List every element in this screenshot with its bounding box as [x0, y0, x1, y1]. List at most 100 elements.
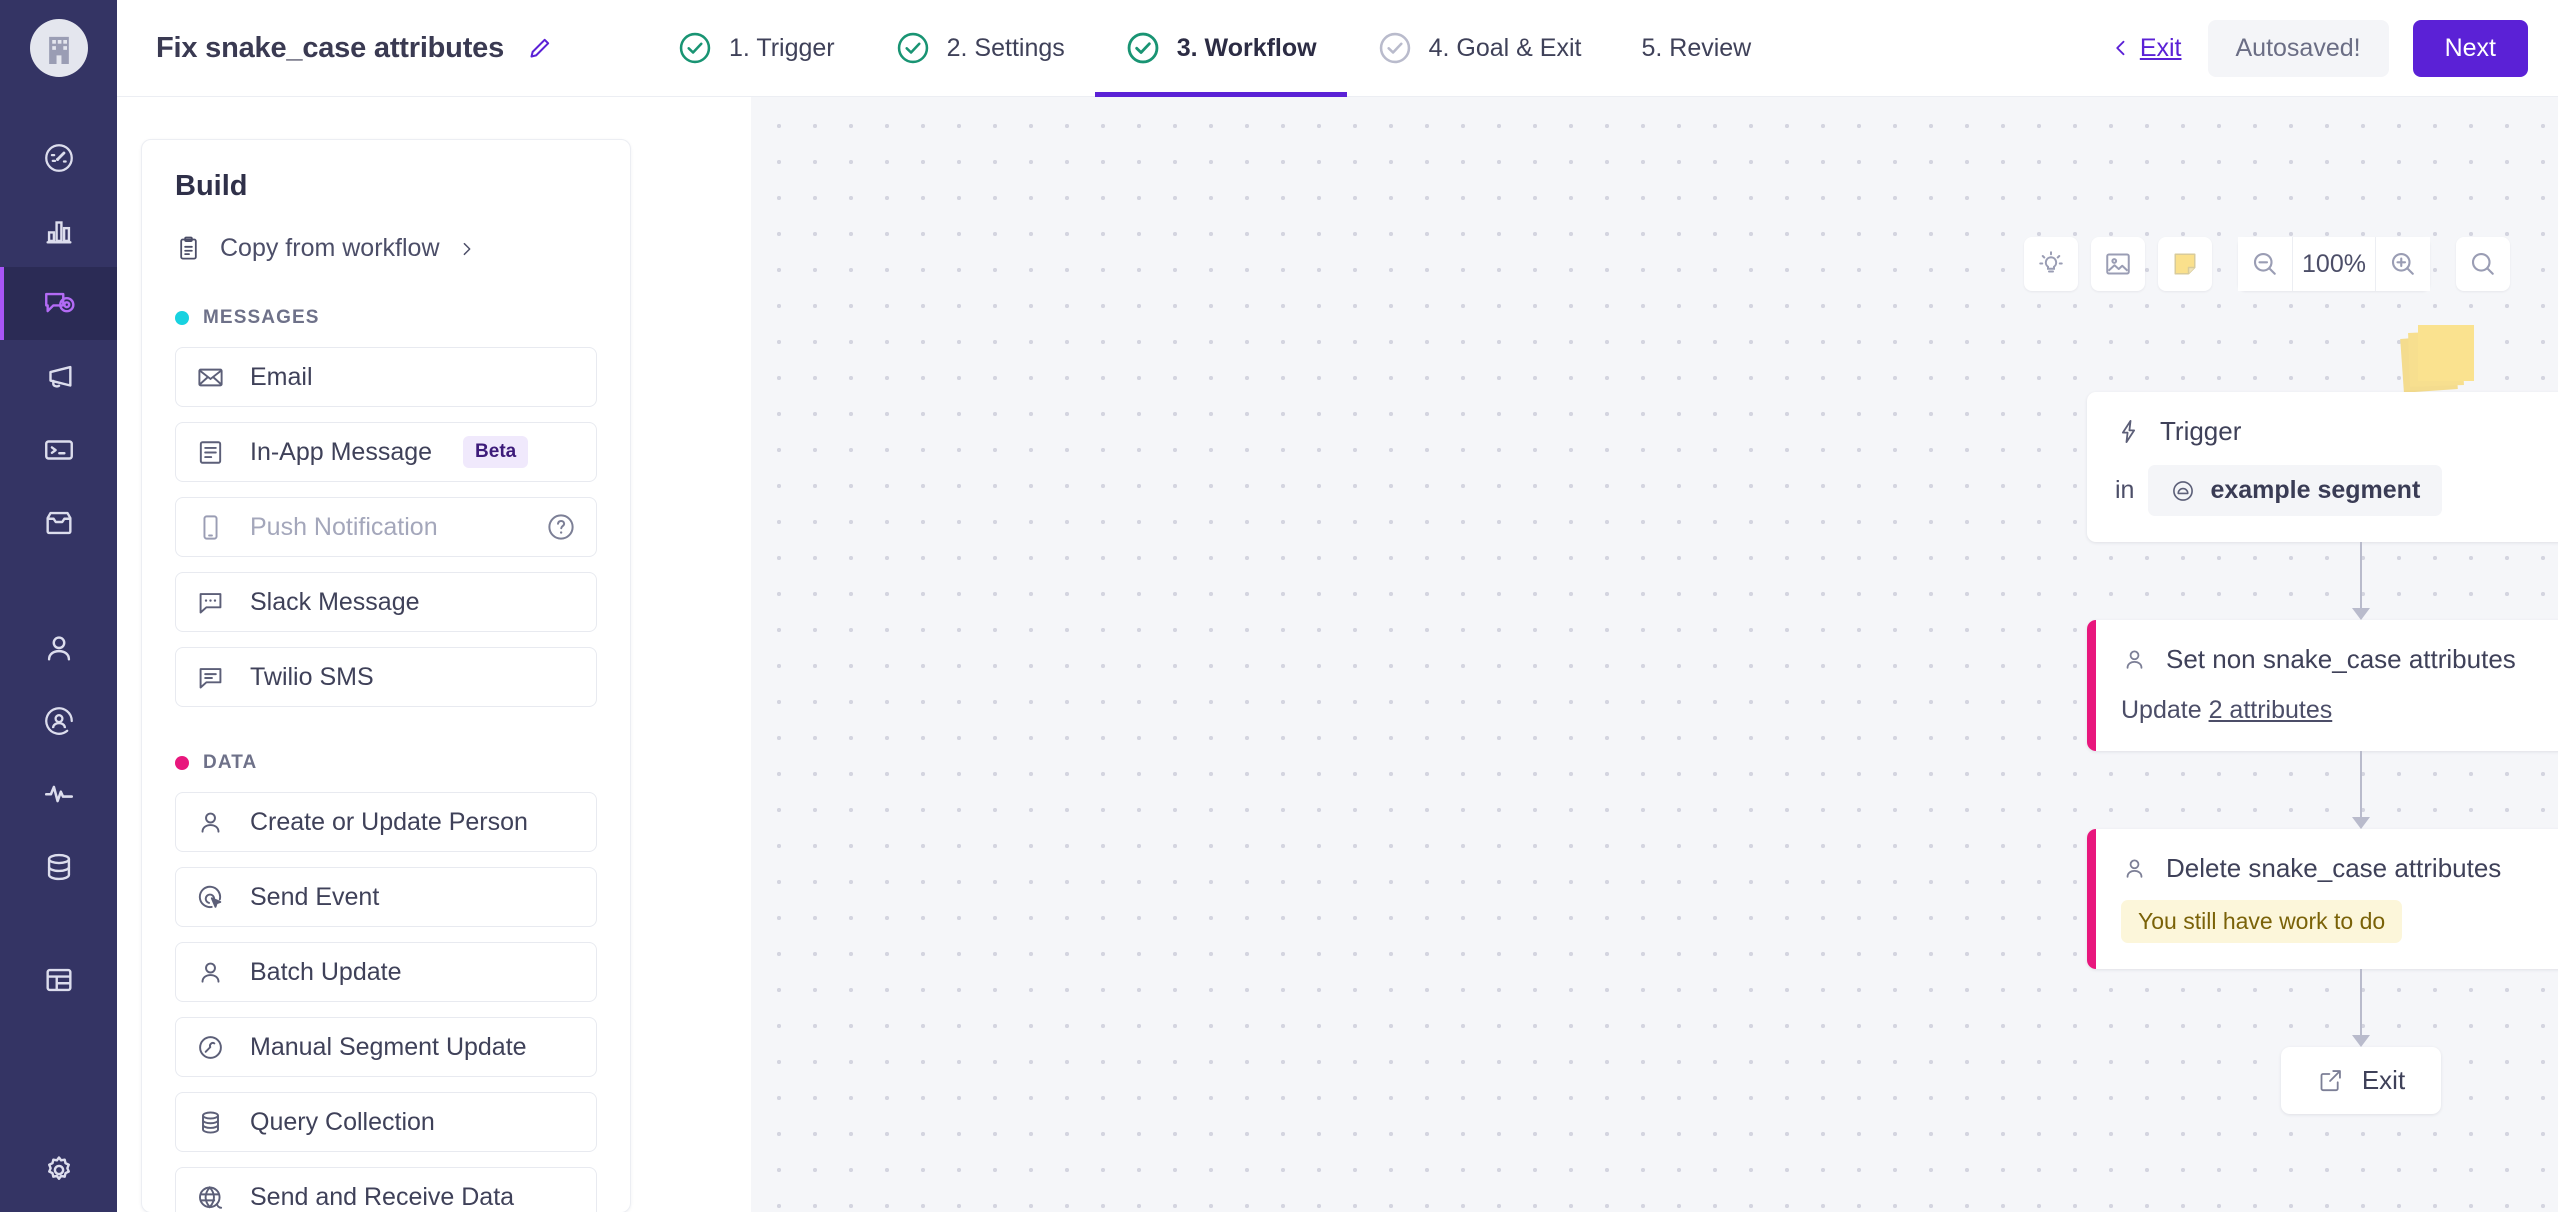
lightning-bolt-icon: [2121, 420, 2136, 443]
step-label: 2. Settings: [946, 33, 1065, 62]
tile-create-or-update-person[interactable]: Create or Update Person: [175, 792, 597, 852]
zoom-out-button[interactable]: [2238, 237, 2292, 291]
clipboard-icon: [180, 236, 197, 260]
envelope-icon: [198, 368, 223, 386]
tile-label: Manual Segment Update: [250, 1032, 527, 1061]
zoom-in-icon: [2391, 252, 2414, 275]
sticky-note-stack[interactable]: [2400, 321, 2480, 393]
node-delete-attributes[interactable]: Delete snake_case attributes You still h…: [2087, 829, 2558, 969]
sidebar-item-collections[interactable]: [0, 943, 117, 1016]
section-name: DATA: [203, 752, 258, 773]
step-2-settings[interactable]: 2. Settings: [865, 0, 1095, 97]
sidebar-item-data-index[interactable]: [0, 830, 117, 903]
hints-button[interactable]: [2024, 237, 2078, 291]
megaphone-icon: [48, 365, 72, 388]
section-dot: [175, 756, 189, 770]
sidebar-item-activity[interactable]: [0, 757, 117, 830]
sidebar-item-transactional[interactable]: [0, 413, 117, 486]
segment-wrench-icon: [199, 1035, 222, 1059]
sidebar-item-broadcasts[interactable]: [0, 340, 117, 413]
tile-send-event[interactable]: Send Event: [175, 867, 597, 927]
tile-push-notification: Push Notification: [175, 497, 597, 557]
section-name: MESSAGES: [203, 307, 320, 328]
tile-slack-message[interactable]: Slack Message: [175, 572, 597, 632]
flow-connector: [2087, 751, 2558, 829]
build-panel-zone: Build Copy from workflow MESSAGES Email …: [117, 97, 751, 1212]
body-area: Build Copy from workflow MESSAGES Email …: [117, 97, 2558, 1212]
sidebar-item-dashboard[interactable]: [0, 121, 117, 194]
person-icon: [201, 812, 220, 833]
sticky-note-button[interactable]: [2158, 237, 2212, 291]
node-exit[interactable]: Exit: [2280, 1047, 2442, 1114]
bar-chart-icon: [45, 220, 72, 244]
status-badge: You still have work to do: [2121, 900, 2403, 943]
check-circle-icon: [679, 32, 711, 64]
tile-email[interactable]: Email: [175, 347, 597, 407]
event-cursor-icon: [198, 885, 222, 908]
sidebar-item-settings[interactable]: [0, 1133, 117, 1206]
node-title: Delete snake_case attributes: [2166, 853, 2502, 883]
step-label: 5. Review: [1641, 33, 1752, 62]
autosaved-button[interactable]: Autosaved!: [2207, 19, 2389, 77]
next-button[interactable]: Next: [2412, 19, 2528, 77]
flow-connector: [2087, 542, 2558, 620]
person-icon: [2126, 859, 2143, 878]
check-circle-icon: [1379, 32, 1410, 64]
step-label: 1. Trigger: [729, 33, 835, 62]
node-trigger[interactable]: Trigger in example segment: [2087, 392, 2558, 542]
step-1-trigger[interactable]: 1. Trigger: [647, 0, 865, 97]
step-3-workflow[interactable]: 3. Workflow: [1094, 0, 1347, 97]
building-logo-icon: [48, 36, 69, 64]
step-4-goal-exit[interactable]: 4. Goal & Exit: [1347, 0, 1612, 97]
canvas-search-button[interactable]: [2456, 237, 2510, 291]
check-circle-icon: [897, 32, 928, 64]
workflow-canvas[interactable]: 100% Trigger in example segment Set non …: [751, 97, 2558, 1212]
header-actions: Exit Autosaved! Next: [2111, 19, 2558, 77]
exit-link-label: Exit: [2139, 33, 2182, 62]
copy-from-workflow-button[interactable]: Copy from workflow: [175, 234, 597, 263]
tile-send-and-receive-data[interactable]: Send and Receive Data: [175, 1167, 597, 1212]
app-header: Fix snake_case attributes 1. Trigger 2. …: [117, 0, 2558, 97]
canvas-toolbar: 100%: [2024, 237, 2510, 291]
help-circle-icon[interactable]: [546, 512, 576, 542]
left-nav-rail: [0, 0, 117, 1212]
main-column: Fix snake_case attributes 1. Trigger 2. …: [117, 0, 2558, 1212]
tile-label: In-App Message: [250, 437, 433, 466]
tile-in-app-message[interactable]: In-App Message Beta: [175, 422, 597, 482]
segment-chip[interactable]: example segment: [2148, 465, 2443, 516]
tile-twilio-sms[interactable]: Twilio SMS: [175, 647, 597, 707]
lightbulb-icon: [2039, 251, 2063, 273]
sidebar-item-analytics[interactable]: [0, 194, 117, 267]
image-icon: [2106, 253, 2130, 275]
check-circle-icon: [1127, 32, 1159, 64]
tile-manual-segment-update[interactable]: Manual Segment Update: [175, 1017, 597, 1077]
node-title-row: Set non snake_case attributes: [2121, 644, 2558, 675]
tile-label: Slack Message: [250, 587, 420, 616]
zoom-in-button[interactable]: [2376, 237, 2430, 291]
step-5-review[interactable]: 5. Review: [1611, 0, 1781, 97]
tile-query-collection[interactable]: Query Collection: [175, 1092, 597, 1152]
campaign-bubble-icon: [44, 292, 75, 312]
wizard-stepper: 1. Trigger 2. Settings 3. Workflow 4. Go…: [647, 0, 1781, 97]
edit-title-button[interactable]: [526, 35, 553, 62]
flow-connector: [2087, 969, 2558, 1047]
image-button[interactable]: [2091, 237, 2145, 291]
chevron-left-icon: [2116, 40, 2125, 56]
exit-node-label: Exit: [2361, 1065, 2406, 1095]
search-icon: [2471, 252, 2494, 275]
sidebar-item-newsletters[interactable]: [0, 486, 117, 559]
page-title: Fix snake_case attributes: [156, 31, 505, 64]
sidebar-item-segments[interactable]: [0, 684, 117, 757]
workflow-flow: Trigger in example segment Set non snake…: [2087, 392, 2558, 1114]
person-icon: [47, 635, 70, 661]
trigger-segment-row: in example segment: [2115, 465, 2558, 516]
node-set-attributes[interactable]: Set non snake_case attributes Update 2 a…: [2087, 620, 2558, 751]
tile-batch-update[interactable]: Batch Update: [175, 942, 597, 1002]
workspace-logo[interactable]: [29, 19, 88, 77]
exit-link[interactable]: Exit: [2111, 34, 2182, 63]
sidebar-item-campaigns[interactable]: [0, 267, 117, 340]
sidebar-item-people[interactable]: [0, 611, 117, 684]
sticky-note-icon: [2174, 253, 2196, 275]
person-icon: [2126, 650, 2143, 669]
attributes-link[interactable]: 2 attributes: [2209, 696, 2333, 724]
